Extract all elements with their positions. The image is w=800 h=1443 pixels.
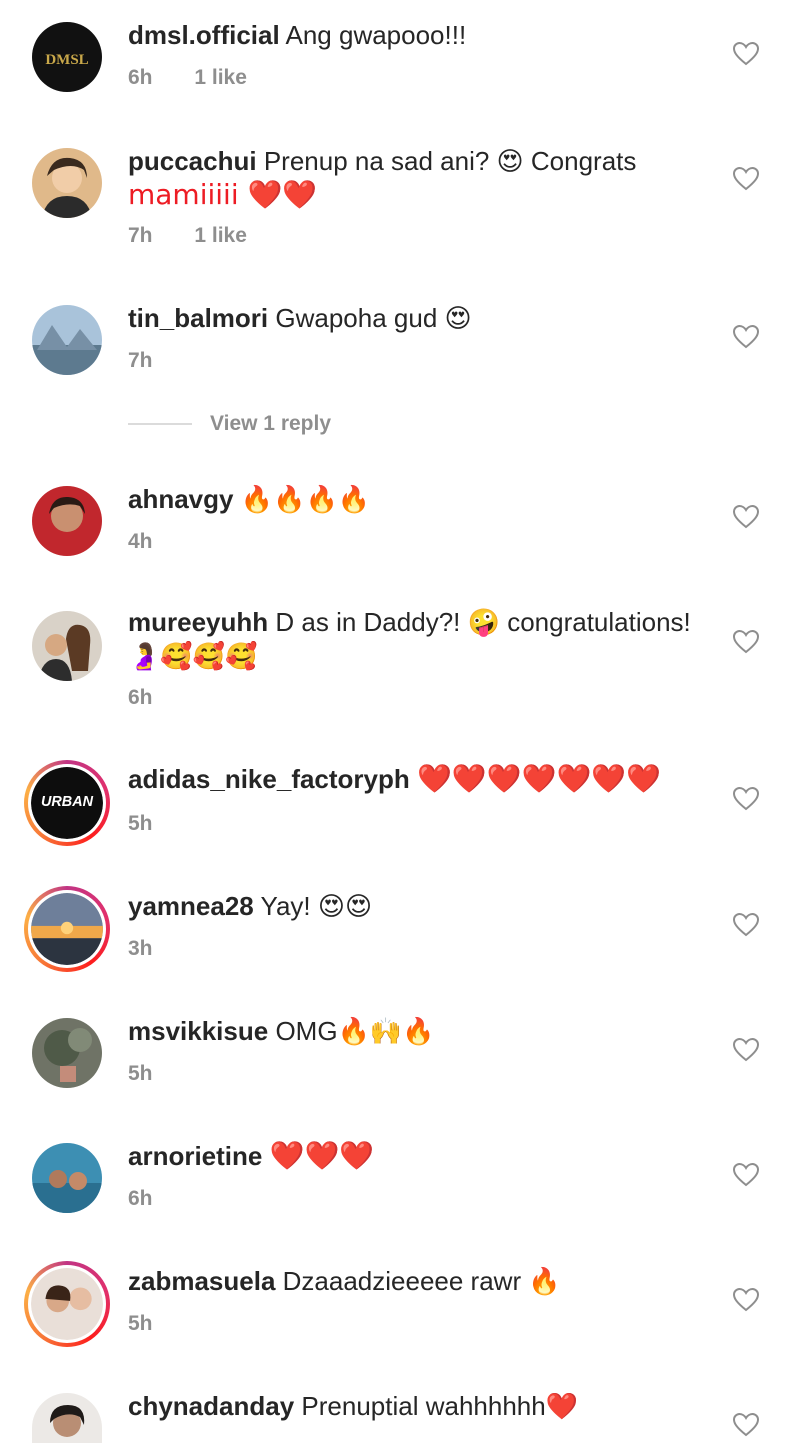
comment-time: 5h (128, 1312, 153, 1335)
comment-body: D as in Daddy?! 🤪 congratulations! (275, 607, 691, 637)
comment-body: Yay! 😍😍 (260, 891, 373, 921)
username-link[interactable]: tin_balmori (128, 303, 268, 333)
comment-text: chynadanday Prenuptial wahhhhhh❤️ (128, 1389, 718, 1423)
username-link[interactable]: mureeyuhh (128, 607, 268, 637)
like-heart-icon[interactable] (733, 630, 759, 654)
username-link[interactable]: dmsl.official (128, 20, 280, 50)
avatar[interactable]: DMSL (32, 22, 102, 92)
like-heart-icon[interactable] (733, 167, 759, 191)
avatar-image (32, 611, 102, 681)
comment-body-line2: 🤰🥰🥰🥰 (128, 642, 258, 672)
dmsl-logo-avatar-image: DMSL (32, 22, 102, 92)
likes-count-link[interactable]: 1 like (194, 66, 247, 89)
urban-logo-avatar-image: URBAN (31, 767, 103, 839)
comment-body: Gwapoha gud 😍 (275, 303, 472, 333)
like-heart-icon[interactable] (733, 1038, 759, 1062)
avatar[interactable] (32, 305, 102, 375)
comment-body: Dzaaadzieeeee rawr 🔥 (282, 1266, 561, 1296)
avatar-image (32, 148, 102, 218)
comment-meta: 6h (128, 686, 189, 710)
avatar[interactable] (32, 1018, 102, 1088)
comment-meta: 7h 1 like (128, 224, 283, 248)
comment-body: 🔥🔥🔥🔥 (240, 485, 371, 515)
like-heart-icon[interactable] (733, 913, 759, 937)
avatar-image (31, 1268, 103, 1340)
comment-time: 6h (128, 66, 153, 89)
comment-body: OMG🔥🙌🔥 (275, 1016, 435, 1046)
like-heart-icon[interactable] (733, 42, 759, 66)
comment-body: Prenuptial wahhhhhh❤️ (301, 1391, 579, 1421)
username-link[interactable]: adidas_nike_factoryph (128, 764, 410, 794)
comment-meta: 3h (128, 937, 189, 961)
comment-time: 7h (128, 224, 153, 247)
username-link[interactable]: puccachui (128, 146, 257, 176)
comment-text: yamnea28 Yay! 😍😍 (128, 889, 718, 923)
like-heart-icon[interactable] (733, 505, 759, 529)
avatar[interactable] (32, 148, 102, 218)
avatar-image (32, 1393, 102, 1443)
comment-text: zabmasuela Dzaaadzieeeee rawr 🔥 (128, 1264, 718, 1298)
comment-body-line2: mamiiiii ❤️❤️ (128, 178, 318, 211)
svg-text:URBAN: URBAN (41, 794, 94, 810)
comment-text: ahnavgy 🔥🔥🔥🔥 (128, 482, 718, 517)
username-link[interactable]: zabmasuela (128, 1266, 275, 1296)
like-heart-icon[interactable] (733, 787, 759, 811)
comment-time: 5h (128, 1062, 153, 1085)
comment-meta: 6h 1 like (128, 66, 283, 90)
comment-body: ❤️❤️❤️ (269, 1139, 375, 1172)
comment-meta: 5h (128, 1062, 189, 1086)
username-link[interactable]: msvikkisue (128, 1016, 268, 1046)
comment-body: ❤️❤️❤️❤️❤️❤️❤️ (417, 762, 662, 795)
avatar-image (32, 1018, 102, 1088)
svg-text:DMSL: DMSL (45, 52, 88, 68)
username-link[interactable]: ahnavgy (128, 484, 234, 514)
view-replies-button[interactable]: View 1 reply (128, 412, 331, 436)
comment-time: 4h (128, 530, 153, 553)
comment-meta: 7h (128, 349, 189, 373)
comment-time: 3h (128, 937, 153, 960)
comment-body: Ang gwapooo!!! (285, 20, 467, 50)
reply-divider (128, 423, 192, 425)
comment-meta: 4h (128, 530, 189, 554)
avatar-image (31, 893, 103, 965)
comment-time: 6h (128, 686, 153, 709)
avatar[interactable] (32, 1143, 102, 1213)
avatar-image (32, 486, 102, 556)
avatar[interactable] (32, 1393, 102, 1443)
comment-meta: 5h (128, 812, 189, 836)
view-replies-label: View 1 reply (210, 412, 332, 435)
comment-time: 6h (128, 1187, 153, 1210)
avatar-story-ring[interactable] (24, 1261, 110, 1347)
username-link[interactable]: chynadanday (128, 1391, 294, 1421)
avatar-story-ring[interactable] (24, 886, 110, 972)
comment-text: arnorietine ❤️❤️❤️ (128, 1139, 718, 1173)
comment-text: mureeyuhh D as in Daddy?! 🤪 congratulati… (128, 605, 718, 674)
comment-text: msvikkisue OMG🔥🙌🔥 (128, 1014, 718, 1048)
comment-text: tin_balmori Gwapoha gud 😍 (128, 301, 718, 335)
avatar-image (32, 305, 102, 375)
avatar[interactable] (32, 611, 102, 681)
comment-text: dmsl.official Ang gwapooo!!! (128, 18, 718, 52)
comment-text: adidas_nike_factoryph ❤️❤️❤️❤️❤️❤️❤️ (128, 762, 718, 796)
like-heart-icon[interactable] (733, 1413, 759, 1437)
comment-meta: 5h (128, 1312, 189, 1336)
username-link[interactable]: yamnea28 (128, 891, 254, 921)
likes-count-link[interactable]: 1 like (194, 224, 247, 247)
comment-time: 5h (128, 812, 153, 835)
like-heart-icon[interactable] (733, 1288, 759, 1312)
username-link[interactable]: arnorietine (128, 1141, 262, 1171)
avatar[interactable] (32, 486, 102, 556)
like-heart-icon[interactable] (733, 1163, 759, 1187)
avatar-story-ring[interactable]: URBAN (24, 760, 110, 846)
like-heart-icon[interactable] (733, 325, 759, 349)
comment-meta: 6h (128, 1187, 189, 1211)
avatar-image (32, 1143, 102, 1213)
comment-body: Prenup na sad ani? 😍 Congrats (263, 146, 637, 176)
comment-text: puccachui Prenup na sad ani? 😍 Congrats … (128, 144, 718, 212)
comment-time: 7h (128, 349, 153, 372)
